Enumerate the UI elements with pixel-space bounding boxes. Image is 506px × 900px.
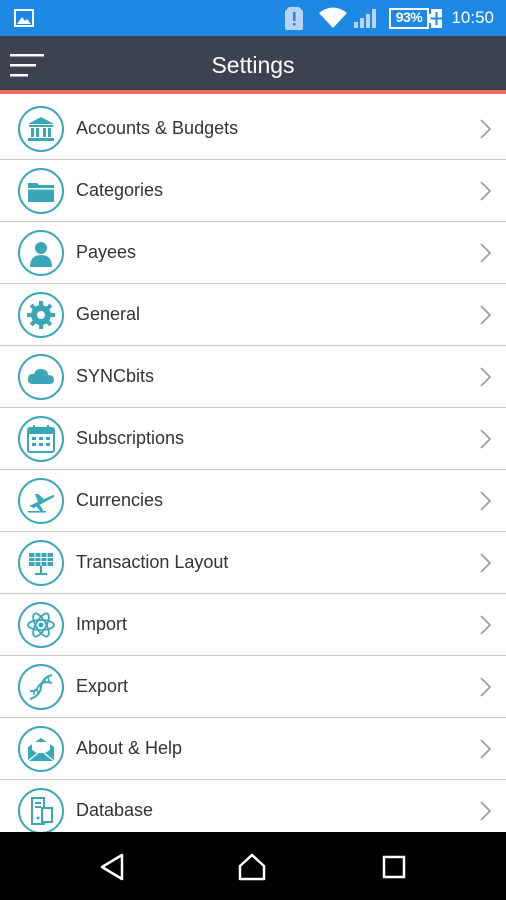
solar-panel-icon [18,540,64,586]
settings-item-transaction-layout[interactable]: Transaction Layout [0,532,506,594]
settings-item-label: Currencies [76,490,164,510]
chevron-right-icon [480,243,492,263]
home-icon[interactable] [237,852,267,882]
status-bar: 93% 10:50 [0,0,506,36]
settings-item-label: Categories [76,180,164,200]
navigation-bar [0,832,506,900]
wifi-icon [319,7,347,28]
settings-item-label: Subscriptions [76,428,185,448]
settings-item-import[interactable]: Import [0,594,506,656]
settings-item-payees[interactable]: Payees [0,222,506,284]
settings-item-subscriptions[interactable]: Subscriptions [0,408,506,470]
signal-icon [354,9,376,28]
server-icon [18,788,64,832]
airplane-icon [18,478,64,524]
chevron-right-icon [480,739,492,759]
recent-apps-icon[interactable] [379,852,409,882]
atom-icon [18,602,64,648]
gear-icon [18,292,64,338]
clock: 10:50 [451,8,494,27]
envelope-icon [18,726,64,772]
settings-item-label: Import [76,614,128,634]
settings-item-about-help[interactable]: About & Help [0,718,506,780]
settings-item-label: Database [76,800,154,820]
settings-item-currencies[interactable]: Currencies [0,470,506,532]
chevron-right-icon [480,429,492,449]
settings-item-label: Accounts & Budgets [76,118,239,138]
settings-list: Accounts & Budgets Categories Payees Gen… [0,98,506,832]
chevron-right-icon [480,553,492,573]
settings-item-label: About & Help [76,738,183,758]
chevron-right-icon [480,305,492,325]
settings-item-label: SYNCbits [76,366,155,386]
calendar-icon [18,416,64,462]
battery-level: 93% [395,9,423,25]
chevron-right-icon [480,491,492,511]
chevron-right-icon [480,119,492,139]
settings-item-general[interactable]: General [0,284,506,346]
settings-item-export[interactable]: Export [0,656,506,718]
settings-item-accounts-budgets[interactable]: Accounts & Budgets [0,98,506,160]
gallery-icon [14,9,34,27]
settings-item-categories[interactable]: Categories [0,160,506,222]
settings-item-label: Export [76,676,129,696]
settings-item-label: General [76,304,141,324]
person-icon [18,230,64,276]
settings-item-database[interactable]: Database [0,780,506,832]
folder-icon [18,168,64,214]
settings-item-syncbits[interactable]: SYNCbits [0,346,506,408]
page-title: Settings [211,52,295,78]
chevron-right-icon [480,367,492,387]
app-bar: Settings [0,36,506,94]
cloud-icon [18,354,64,400]
chevron-right-icon [480,181,492,201]
chevron-right-icon [480,677,492,697]
settings-item-label: Transaction Layout [76,552,229,572]
settings-item-label: Payees [76,242,137,262]
sim-alert-icon [285,7,303,30]
dna-icon [18,664,64,710]
back-icon[interactable] [98,852,128,882]
chevron-right-icon [480,615,492,635]
chevron-right-icon [480,801,492,821]
bank-icon [18,106,64,152]
